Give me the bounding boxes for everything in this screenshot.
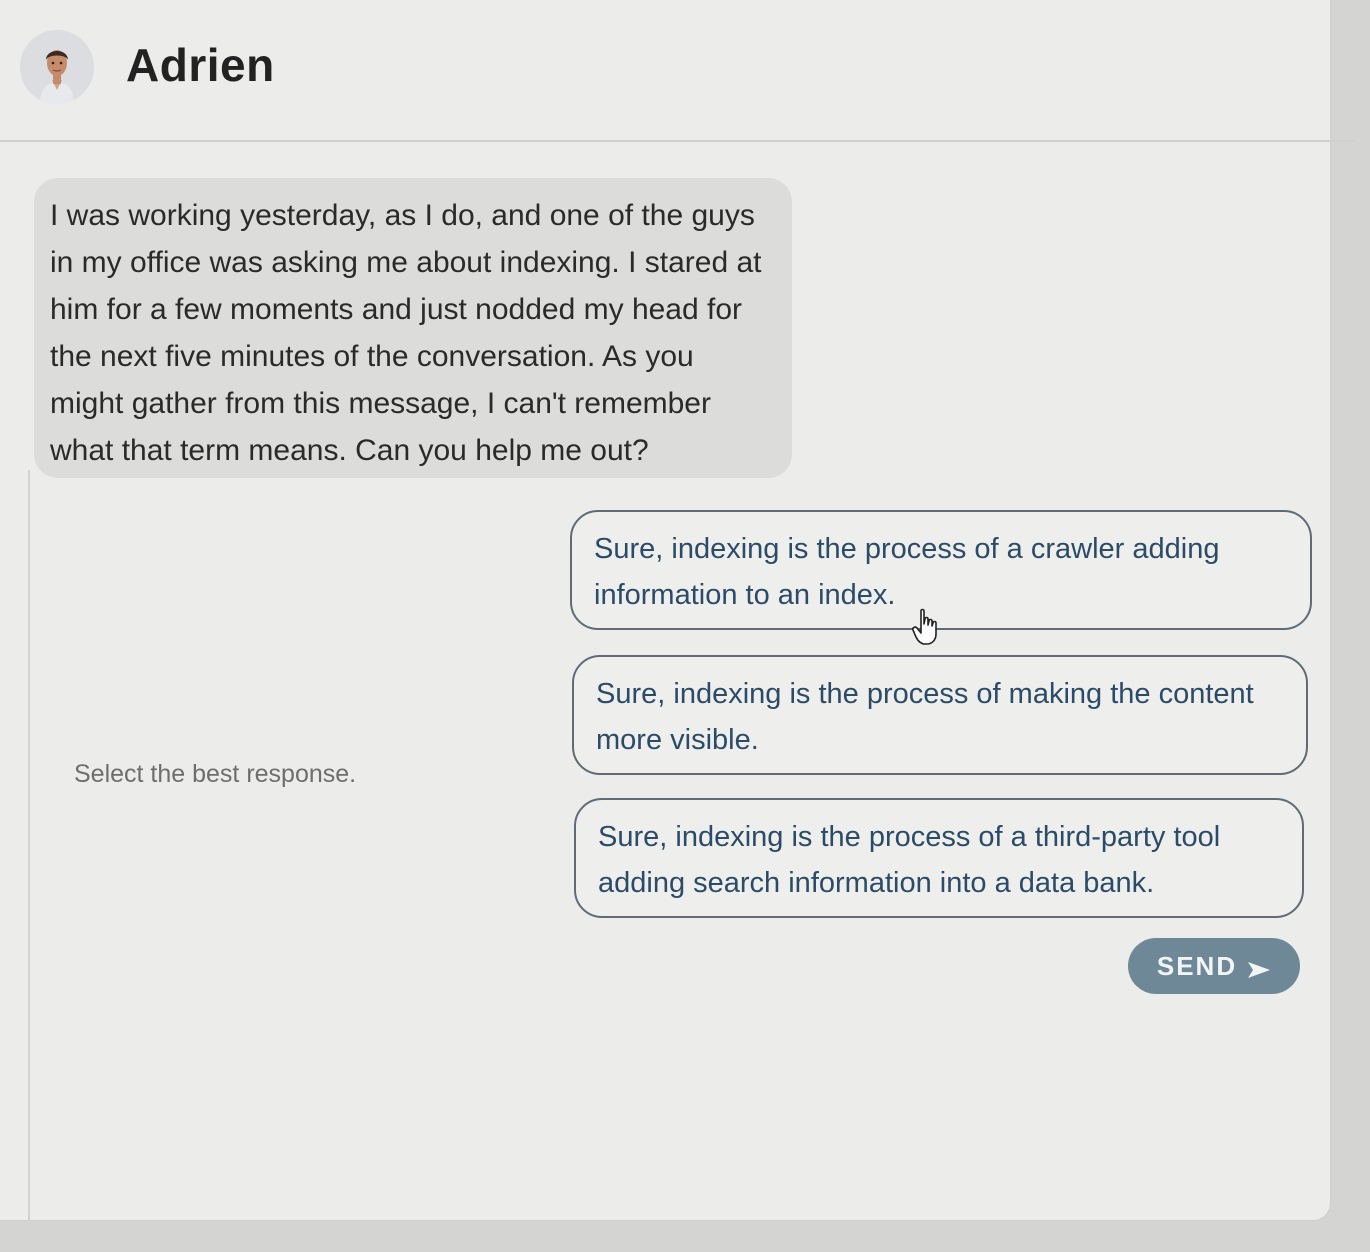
response-option-text: Sure, indexing is the process of making … [596, 678, 1254, 756]
response-option-text: Sure, indexing is the process of a third… [598, 821, 1221, 899]
person-avatar-icon [20, 30, 94, 104]
chat-panel: Adrien I was working yesterday, as I do,… [0, 0, 1355, 1221]
message-text: I was working yesterday, as I do, and on… [50, 199, 762, 467]
response-option-2[interactable]: Sure, indexing is the process of making … [572, 655, 1308, 775]
hand-pointer-cursor-icon [912, 608, 942, 646]
incoming-message-bubble: I was working yesterday, as I do, and on… [34, 178, 792, 478]
panel-divider [28, 470, 30, 1220]
contact-name: Adrien [126, 39, 275, 91]
send-arrow-icon [1247, 956, 1271, 978]
chat-header: Adrien [0, 0, 1355, 142]
response-option-text: Sure, indexing is the process of a crawl… [594, 533, 1220, 611]
send-button[interactable]: SEND [1128, 938, 1300, 994]
send-button-label: SEND [1156, 950, 1238, 981]
select-response-prompt: Select the best response. [74, 760, 357, 788]
response-option-3[interactable]: Sure, indexing is the process of a third… [574, 798, 1304, 918]
